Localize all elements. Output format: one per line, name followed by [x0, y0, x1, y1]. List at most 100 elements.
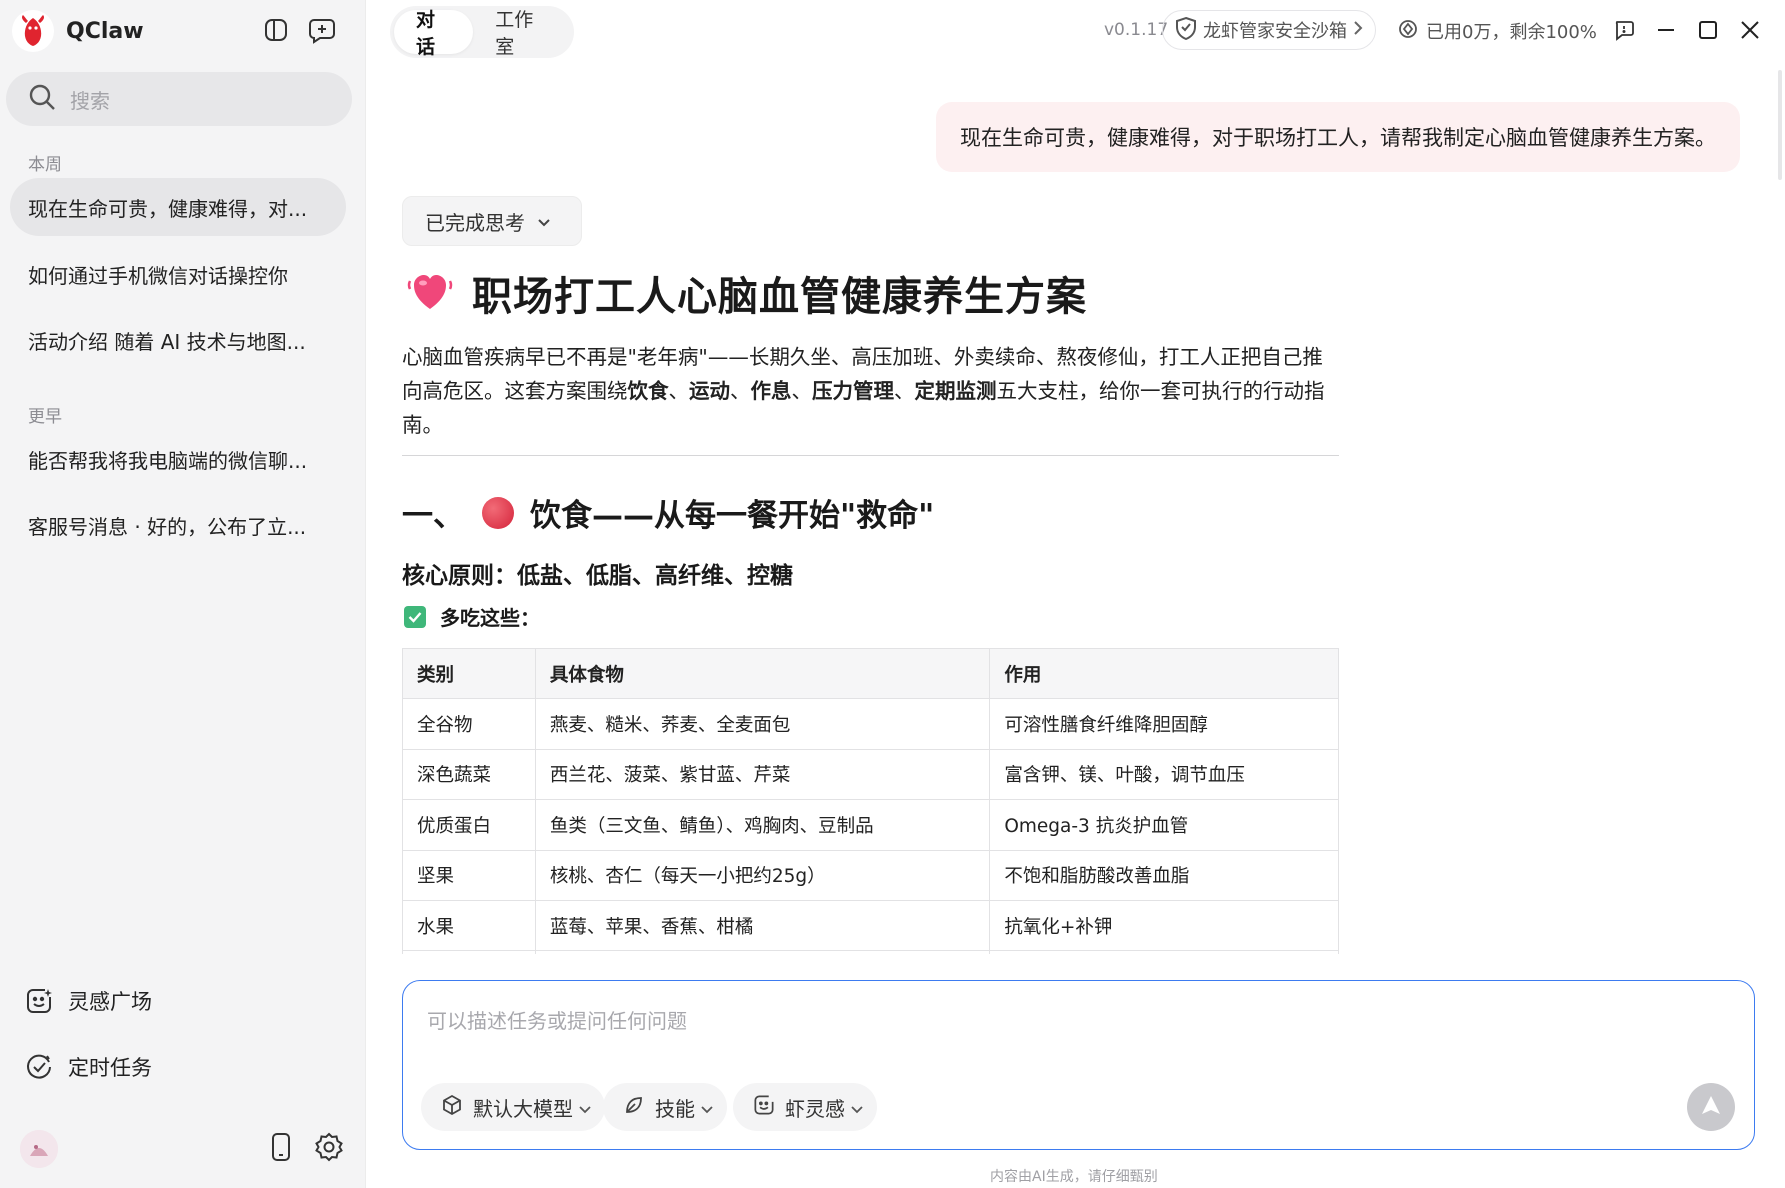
table-row: 深色蔬菜 西兰花、菠菜、紫甘蓝、芹菜 富含钾、镁、叶酸，调节血压 [402, 748, 1339, 801]
nav-label: 定时任务 [68, 1056, 152, 1080]
tab-chat[interactable]: 对话 [394, 9, 474, 58]
table-cell: 优质蛋白 [402, 799, 536, 851]
table-header: 类别 [402, 648, 536, 700]
nav-scheduled-tasks[interactable]: 定时任务 [24, 1052, 152, 1082]
search-placeholder: 搜索 [70, 88, 110, 113]
conversation-item[interactable]: 如何通过手机微信对话操控你 [10, 245, 346, 303]
model-select-button[interactable]: 默认大模型 [421, 1083, 605, 1131]
table-cell: 核桃、杏仁（每天一小把约25g） [534, 849, 991, 901]
table-row: 坚果 核桃、杏仁（每天一小把约25g） 不饱和脂肪酸改善血脂 [402, 849, 1339, 901]
toggle-sidebar-icon[interactable] [260, 14, 292, 46]
table-cell [989, 950, 1339, 954]
chevron-down-icon [701, 1095, 713, 1119]
brand: QClaw [12, 10, 144, 52]
user-avatar[interactable] [20, 1130, 58, 1168]
table-cell [534, 950, 991, 954]
table-cell: 全谷物 [402, 698, 536, 750]
message-input[interactable] [427, 1001, 1727, 1041]
table-cell: Omega-3 抗炎护血管 [989, 799, 1339, 851]
red-circle-icon [482, 496, 514, 529]
maximize-icon[interactable] [1694, 16, 1722, 44]
conversation-item-active[interactable]: 现在生命可贵，健康难得，对... [10, 178, 346, 236]
table-cell: 抗氧化+补钾 [989, 899, 1339, 952]
check-mark-icon [404, 605, 426, 628]
skill-leaf-icon [623, 1094, 645, 1121]
conversation-item[interactable]: 能否帮我将我电脑端的微信聊... [10, 430, 346, 488]
security-sandbox-button[interactable]: 龙虾管家安全沙箱 [1162, 10, 1376, 50]
mode-tabs: 对话 工作室 [390, 6, 574, 58]
close-icon[interactable] [1736, 16, 1764, 44]
inspiration-label: 虾灵感 [785, 1096, 845, 1121]
feedback-icon[interactable] [1610, 16, 1638, 44]
thinking-label: 已完成思考 [425, 210, 525, 235]
conversation-item[interactable]: 客服号消息 · 好的，公布了立... [10, 496, 346, 554]
sidebar: QClaw 搜索 本周 现在生命可贵，健康难得，对... 如何通过手机微信对话操… [0, 0, 366, 1188]
table-cell: 坚果 [402, 849, 536, 901]
send-arrow-icon [1700, 1094, 1722, 1120]
usage-label: 已用0万，剩余100% [1426, 22, 1597, 43]
table-cell: 燕麦、糙米、荞麦、全麦面包 [534, 698, 991, 750]
section-label-earlier: 更早 [28, 407, 62, 427]
intro-paragraph: 心脑血管疾病早已不再是"老年病"——长期久坐、高压加班、外卖续命、熬夜修仙，打工… [402, 345, 1325, 437]
token-icon [1398, 19, 1418, 44]
app-name: QClaw [66, 18, 144, 44]
shield-icon [1175, 16, 1197, 45]
section-prefix: 一、 [402, 498, 464, 534]
thinking-toggle-button[interactable]: 已完成思考 [402, 196, 582, 246]
table-row: 优质蛋白 鱼类（三文鱼、鲭鱼）、鸡胸肉、豆制品 Omega-3 抗炎护血管 [402, 799, 1339, 851]
nav-label: 灵感广场 [68, 990, 152, 1014]
send-button[interactable] [1687, 1083, 1735, 1131]
mobile-phone-icon[interactable] [264, 1130, 298, 1164]
heart-icon [406, 269, 454, 317]
chevron-down-icon [579, 1095, 591, 1119]
table-cell: 不饱和脂肪酸改善血脂 [989, 849, 1339, 901]
table-row [402, 950, 1339, 954]
usage-status[interactable]: 已用0万，剩余100% [1398, 18, 1597, 44]
section-title: 饮食——从每一餐开始"救命" [530, 498, 935, 534]
table-header: 具体食物 [534, 648, 991, 700]
ai-disclaimer: 内容由AI生成，请仔细甄别 [990, 1169, 1158, 1185]
chevron-down-icon [851, 1095, 863, 1119]
chevron-right-icon [1353, 20, 1363, 41]
search-icon [28, 83, 56, 115]
smile-sparkle-icon [24, 986, 54, 1016]
tab-studio[interactable]: 工作室 [473, 9, 570, 58]
section-heading: 一、 饮食——从每一餐开始"救命" [402, 490, 934, 535]
clock-check-icon [24, 1052, 54, 1082]
divider [402, 455, 1339, 456]
cube-icon [441, 1094, 463, 1121]
answer-title-text: 职场打工人心脑血管健康养生方案 [472, 274, 1087, 320]
table-header-row: 类别 具体食物 作用 [402, 648, 1339, 700]
user-message-bubble: 现在生命可贵，健康难得，对于职场打工人，请帮我制定心脑血管健康养生方案。 [936, 102, 1740, 172]
core-principle: 核心原则：低盐、低脂、高纤维、控糖 [402, 563, 793, 589]
search-input[interactable]: 搜索 [6, 72, 352, 126]
eat-more-heading: 多吃这些： [404, 602, 540, 631]
chevron-down-icon [537, 209, 551, 233]
nav-inspiration-square[interactable]: 灵感广场 [24, 986, 152, 1016]
table-row: 全谷物 燕麦、糙米、荞麦、全麦面包 可溶性膳食纤维降胆固醇 [402, 698, 1339, 750]
food-table: 类别 具体食物 作用 全谷物 燕麦、糙米、荞麦、全麦面包 可溶性膳食纤维降胆固醇… [402, 648, 1339, 954]
table-row: 水果 蓝莓、苹果、香蕉、柑橘 抗氧化+补钾 [402, 899, 1339, 952]
scrollbar[interactable] [1778, 70, 1782, 180]
table-header: 作用 [989, 648, 1339, 700]
qclaw-logo-icon [12, 10, 54, 52]
answer-title: 职场打工人心脑血管健康养生方案 [406, 264, 1087, 322]
eat-more-label: 多吃这些： [440, 606, 540, 630]
conversation-item[interactable]: 活动介绍 随着 AI 技术与地图... [10, 311, 346, 369]
table-cell: 水果 [402, 899, 536, 952]
table-cell: 富含钾、镁、叶酸，调节血压 [989, 748, 1339, 801]
skills-button[interactable]: 技能 [603, 1083, 727, 1131]
smile-sparkle-icon [753, 1094, 775, 1121]
composer: 默认大模型 技能 虾灵感 [402, 980, 1755, 1150]
inspiration-button[interactable]: 虾灵感 [733, 1083, 877, 1131]
table-cell: 深色蔬菜 [402, 748, 536, 801]
settings-gear-icon[interactable] [312, 1130, 346, 1164]
new-chat-icon[interactable] [306, 14, 338, 46]
table-cell [402, 950, 536, 954]
skills-label: 技能 [655, 1096, 695, 1121]
table-cell: 鱼类（三文鱼、鲭鱼）、鸡胸肉、豆制品 [534, 799, 991, 851]
table-cell: 蓝莓、苹果、香蕉、柑橘 [534, 899, 991, 952]
minimize-icon[interactable] [1652, 16, 1680, 44]
table-cell: 可溶性膳食纤维降胆固醇 [989, 698, 1339, 750]
sandbox-label: 龙虾管家安全沙箱 [1203, 21, 1347, 42]
